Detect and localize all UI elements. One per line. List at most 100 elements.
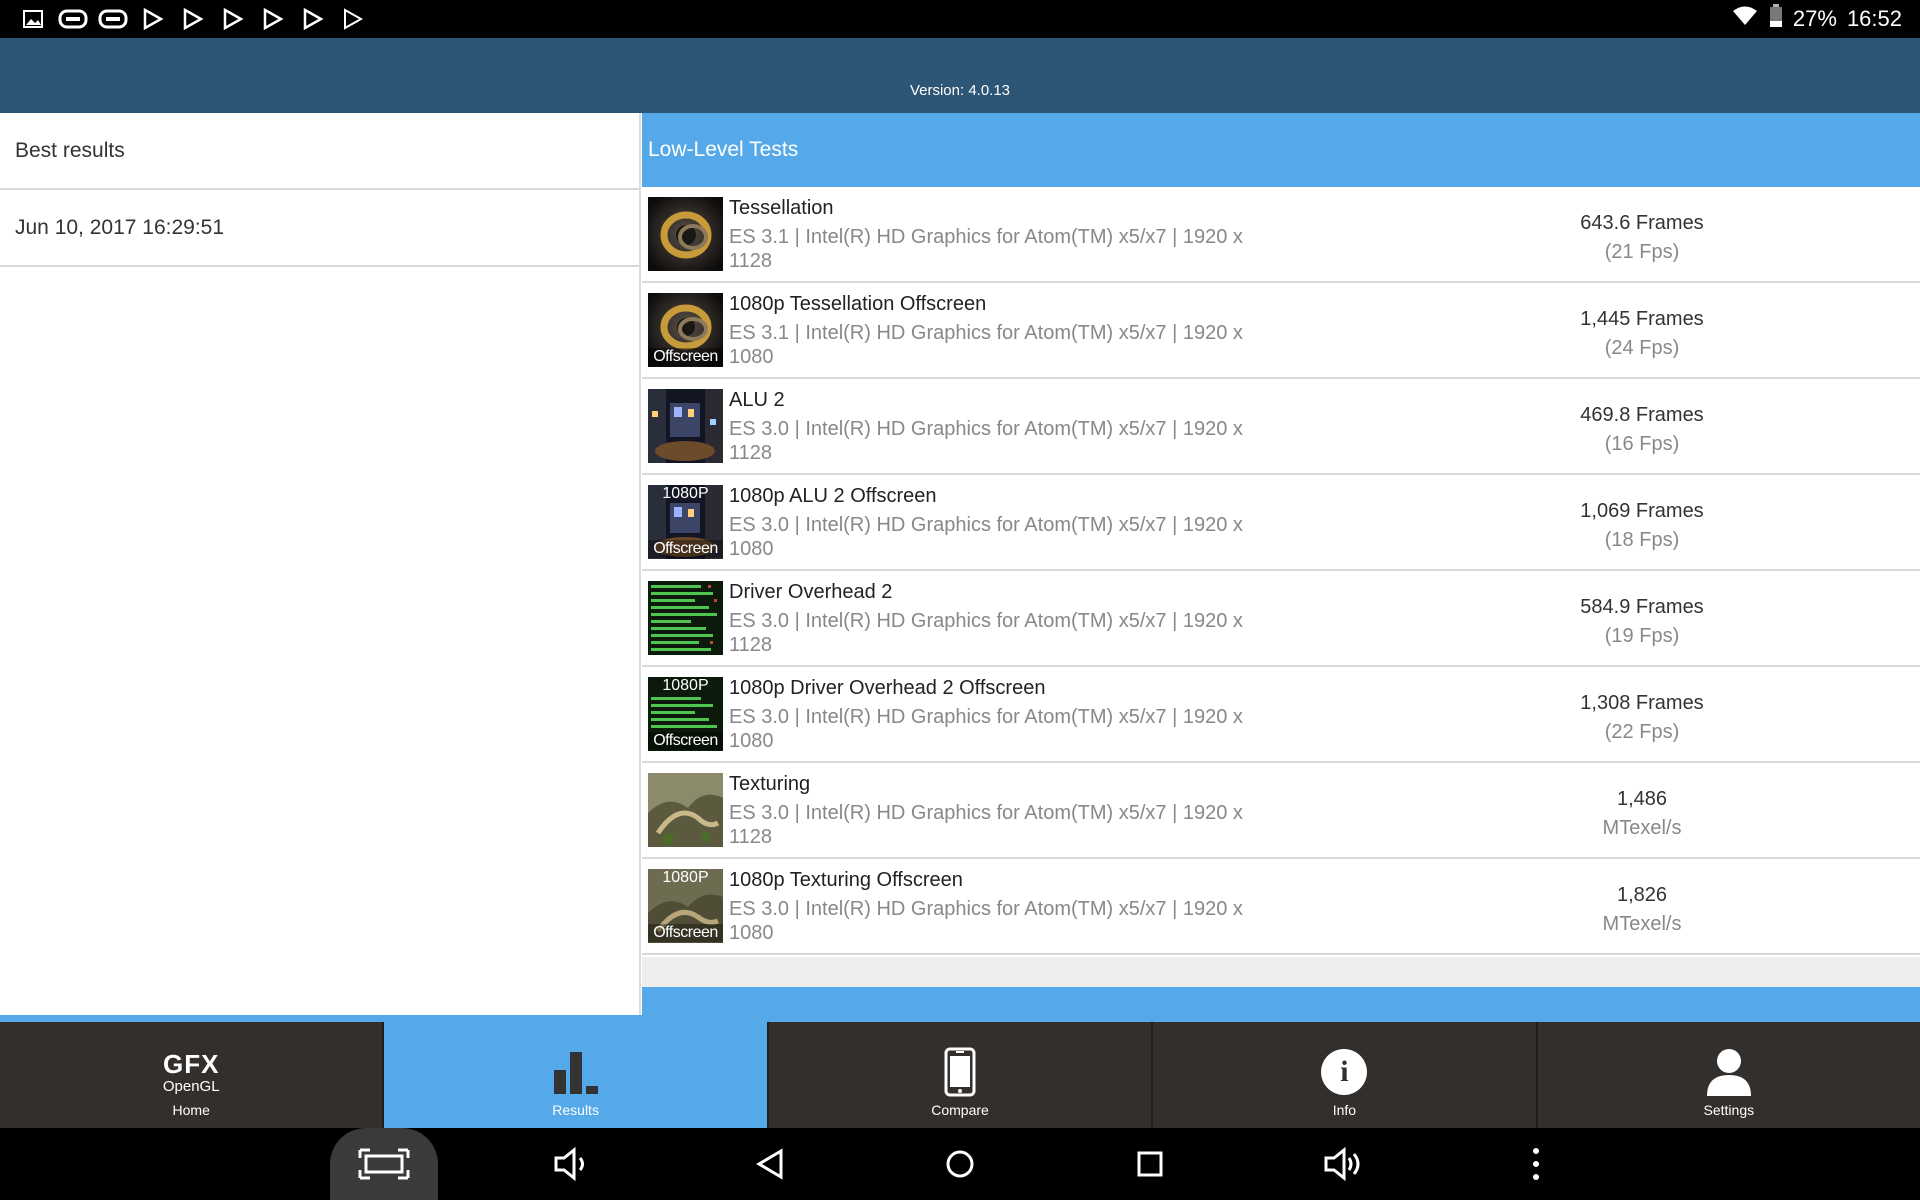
volume-down-button[interactable] <box>540 1128 604 1200</box>
battery-percent: 27% <box>1792 6 1837 31</box>
test-row[interactable]: 1080P Offscreen 1080p Driver Overhead 2 … <box>642 667 1920 763</box>
test-row[interactable]: Offscreen 1080p Tessellation Offscreen E… <box>642 283 1920 379</box>
volume-down-icon <box>554 1146 584 1182</box>
score-sub: MTexel/s <box>1602 817 1682 839</box>
result-date-item[interactable]: Jun 10, 2017 16:29:51 <box>0 190 639 267</box>
test-description: ES 3.0 | Intel(R) HD Graphics for Atom(T… <box>729 706 1243 752</box>
nav-label: Settings <box>1703 1102 1755 1118</box>
score-value: 643.6 Frames <box>1580 212 1704 234</box>
status-bar: 27% 16:52 <box>0 0 1920 38</box>
test-row[interactable]: 1080P Offscreen 1080p ALU 2 Offscreen ES… <box>642 475 1920 571</box>
info-glyph: i <box>1321 1049 1368 1095</box>
thumb-offscreen-label: Offscreen <box>648 348 723 366</box>
nav-label: Info <box>1332 1102 1357 1118</box>
test-title: 1080p Texturing Offscreen <box>729 869 963 891</box>
back-icon <box>756 1148 783 1180</box>
thumb-1080p-label: 1080P <box>662 485 709 502</box>
test-score: 469.8 Frames (16 Fps) <box>1522 401 1762 459</box>
test-description: ES 3.1 | Intel(R) HD Graphics for Atom(T… <box>729 226 1243 272</box>
score-value: 1,826 <box>1616 884 1668 906</box>
logo-opengl-text: OpenGL <box>162 1077 220 1095</box>
battery-icon <box>1769 4 1783 34</box>
bottom-navigation: GFX OpenGL Home Results Compare i Info S… <box>0 1015 1920 1128</box>
tessellation-thumbnail <box>648 197 723 271</box>
test-title: ALU 2 <box>729 389 785 411</box>
score-value: 584.9 Frames <box>1580 596 1704 618</box>
thumb-offscreen-label: Offscreen <box>648 540 723 558</box>
recents-button[interactable] <box>1118 1128 1182 1200</box>
nav-info[interactable]: i Info <box>1153 1022 1538 1128</box>
screenshot-button[interactable] <box>330 1128 438 1200</box>
thumb-offscreen-label: Offscreen <box>648 732 723 750</box>
test-score: 1,445 Frames (24 Fps) <box>1522 305 1762 363</box>
score-sub: (18 Fps) <box>1604 529 1680 551</box>
score-sub: (24 Fps) <box>1604 337 1680 359</box>
test-title: Texturing <box>729 773 811 795</box>
play-store-icon-3 <box>218 6 248 32</box>
status-right: 27% 16:52 <box>1731 4 1902 34</box>
test-title: 1080p ALU 2 Offscreen <box>729 485 937 507</box>
play-store-icon-1 <box>138 6 168 32</box>
tessellation-offscreen-thumbnail: Offscreen <box>648 293 723 367</box>
test-results-list: Tessellation ES 3.1 | Intel(R) HD Graphi… <box>642 187 1920 955</box>
nav-settings[interactable]: Settings <box>1538 1022 1920 1128</box>
best-results-item[interactable]: Best results <box>0 113 639 190</box>
back-button[interactable] <box>738 1128 802 1200</box>
volume-up-icon <box>1324 1146 1360 1182</box>
home-icon <box>946 1150 974 1178</box>
score-sub: (21 Fps) <box>1604 241 1680 263</box>
more-options-button[interactable] <box>1506 1128 1566 1200</box>
test-score: 1,826 MTexel/s <box>1522 881 1762 939</box>
nav-results[interactable]: Results <box>384 1022 769 1128</box>
test-score: 1,308 Frames (22 Fps) <box>1522 689 1762 747</box>
info-icon: i <box>1314 1044 1374 1100</box>
screenshot-icon <box>330 1128 438 1200</box>
play-store-icon-6 <box>338 6 368 32</box>
score-value: 1,308 Frames <box>1580 692 1704 714</box>
test-title: Tessellation <box>729 197 834 219</box>
thumb-1080p-label: 1080P <box>662 869 709 886</box>
results-detail-panel: Low-Level Tests Tessellation ES 3.1 | In… <box>642 113 1920 1015</box>
section-header-low-level-tests: Low-Level Tests <box>642 113 1920 187</box>
test-description: ES 3.1 | Intel(R) HD Graphics for Atom(T… <box>729 322 1243 368</box>
test-title: 1080p Tessellation Offscreen <box>729 293 987 315</box>
logo-gfx-text: GFX <box>162 1048 220 1079</box>
thumb-offscreen-label: Offscreen <box>648 924 723 942</box>
bar-chart-icon <box>546 1044 606 1100</box>
test-row[interactable]: Driver Overhead 2 ES 3.0 | Intel(R) HD G… <box>642 571 1920 667</box>
test-row[interactable]: Texturing ES 3.0 | Intel(R) HD Graphics … <box>642 763 1920 859</box>
nav-label: Home <box>172 1102 210 1118</box>
test-row[interactable]: Tessellation ES 3.1 | Intel(R) HD Graphi… <box>642 187 1920 283</box>
test-title: 1080p Driver Overhead 2 Offscreen <box>729 677 1046 699</box>
nav-label: Results <box>552 1102 599 1118</box>
phone-icon <box>930 1044 990 1100</box>
image-notification-icon <box>18 6 48 32</box>
test-row[interactable]: ALU 2 ES 3.0 | Intel(R) HD Graphics for … <box>642 379 1920 475</box>
driver-overhead-offscreen-thumbnail: 1080P Offscreen <box>648 677 723 751</box>
alu2-offscreen-thumbnail: 1080P Offscreen <box>648 485 723 559</box>
score-value: 1,445 Frames <box>1580 308 1704 330</box>
test-description: ES 3.0 | Intel(R) HD Graphics for Atom(T… <box>729 802 1243 848</box>
test-description: ES 3.0 | Intel(R) HD Graphics for Atom(T… <box>729 610 1243 656</box>
version-label: Version: 4.0.13 <box>909 82 1011 99</box>
score-value: 1,069 Frames <box>1580 500 1704 522</box>
results-list-panel: Best results Jun 10, 2017 16:29:51 <box>0 113 641 1015</box>
test-title: Driver Overhead 2 <box>729 581 893 603</box>
gamepad-notification-icon-2 <box>98 6 128 32</box>
recents-icon <box>1137 1151 1163 1177</box>
test-score: 584.9 Frames (19 Fps) <box>1522 593 1762 651</box>
test-score: 1,486 MTexel/s <box>1522 785 1762 843</box>
app-header: Version: 4.0.13 <box>0 38 1920 113</box>
system-navigation-bar <box>0 1128 1920 1200</box>
gfx-opengl-logo-icon: GFX OpenGL <box>161 1044 221 1100</box>
score-sub: (22 Fps) <box>1604 721 1680 743</box>
nav-home[interactable]: GFX OpenGL Home <box>0 1022 385 1128</box>
home-button[interactable] <box>928 1128 992 1200</box>
nav-compare[interactable]: Compare <box>769 1022 1154 1128</box>
score-sub: MTexel/s <box>1602 913 1682 935</box>
test-row[interactable]: 1080P Offscreen 1080p Texturing Offscree… <box>642 859 1920 955</box>
play-store-icon-2 <box>178 6 208 32</box>
test-description: ES 3.0 | Intel(R) HD Graphics for Atom(T… <box>729 418 1243 464</box>
volume-up-button[interactable] <box>1312 1128 1376 1200</box>
test-score: 643.6 Frames (21 Fps) <box>1522 209 1762 267</box>
